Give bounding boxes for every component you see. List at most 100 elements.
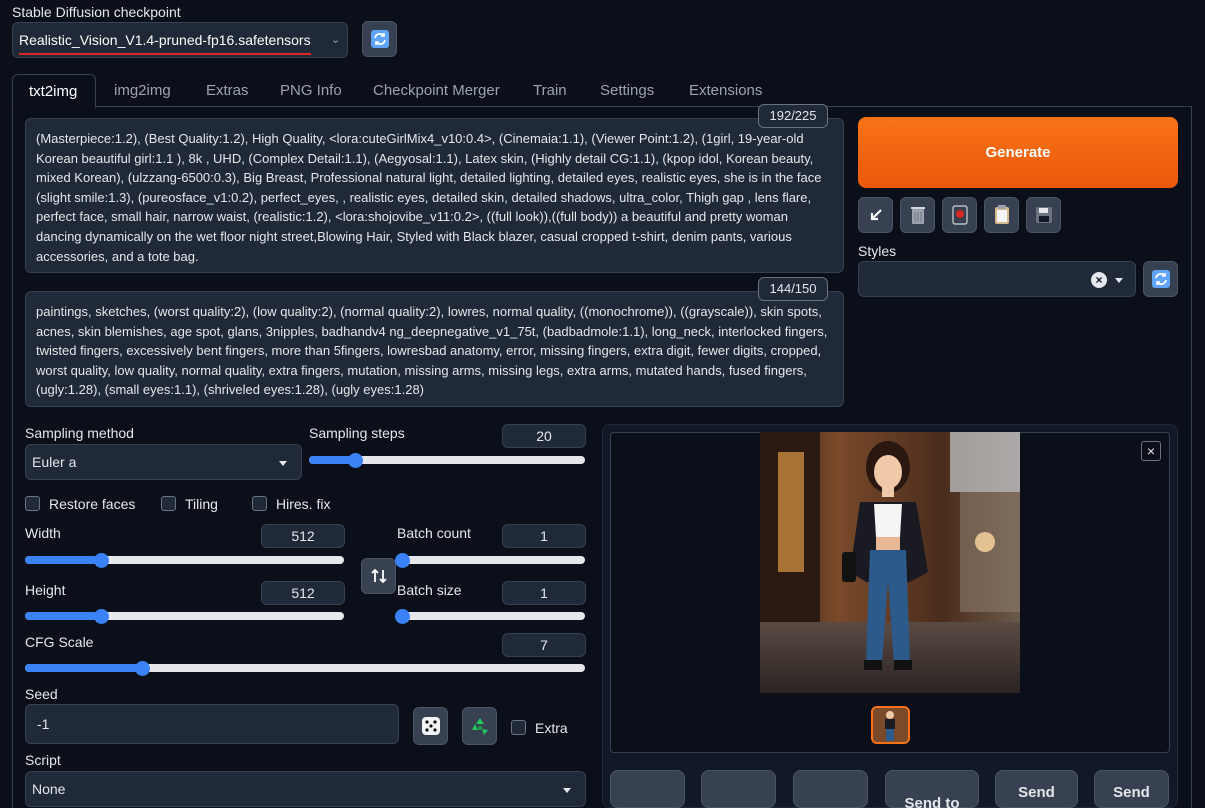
send-to-inpaint-button[interactable]: Send bbox=[1094, 770, 1169, 808]
tabs-divider bbox=[12, 106, 1192, 107]
seed-label: Seed bbox=[25, 686, 58, 702]
chevron-down-icon bbox=[563, 788, 571, 793]
slider-fill bbox=[25, 612, 102, 620]
seed-input[interactable]: -1 bbox=[25, 704, 399, 744]
sampling-steps-slider[interactable] bbox=[309, 452, 585, 468]
batch-count-slider[interactable] bbox=[395, 552, 585, 568]
restore-faces-checkbox[interactable] bbox=[25, 496, 40, 511]
tab-txt2img[interactable]: txt2img bbox=[12, 74, 96, 108]
read-params-button[interactable] bbox=[858, 197, 893, 233]
spellcheck-underline bbox=[19, 53, 311, 55]
sampling-steps-input[interactable]: 20 bbox=[502, 424, 586, 448]
batch-size-input[interactable]: 1 bbox=[502, 581, 586, 605]
send-to-button[interactable]: Send to bbox=[885, 770, 979, 808]
generate-button[interactable]: Generate bbox=[858, 117, 1178, 188]
width-label: Width bbox=[25, 525, 61, 541]
slider-thumb[interactable] bbox=[348, 452, 364, 468]
sampling-method-value: Euler a bbox=[32, 454, 77, 470]
tab-img2img[interactable]: img2img bbox=[114, 82, 171, 99]
clear-icon[interactable]: × bbox=[1091, 272, 1107, 288]
refresh-icon bbox=[1151, 270, 1170, 288]
tab-label: txt2img bbox=[29, 83, 78, 100]
hires-fix-label: Hires. fix bbox=[276, 496, 331, 512]
checkpoint-select[interactable]: Realistic_Vision_V1.4-pruned-fp16.safete… bbox=[12, 22, 348, 58]
clipboard-icon bbox=[994, 205, 1009, 224]
slider-fill bbox=[25, 664, 143, 672]
seed-value: -1 bbox=[37, 716, 50, 732]
tiling-label: Tiling bbox=[185, 496, 218, 512]
zip-button[interactable] bbox=[793, 770, 868, 808]
save-button[interactable] bbox=[701, 770, 776, 808]
thumbnail-image bbox=[873, 708, 908, 742]
extra-seed-label: Extra bbox=[535, 720, 568, 736]
negative-token-counter: 144/150 bbox=[758, 277, 828, 301]
dice-icon bbox=[421, 717, 440, 735]
tab-panel-border-left bbox=[12, 106, 13, 808]
extra-seed-checkbox[interactable] bbox=[511, 720, 526, 735]
tab-checkpoint-merger[interactable]: Checkpoint Merger bbox=[373, 82, 500, 99]
restore-faces-label: Restore faces bbox=[49, 496, 136, 512]
extra-networks-button[interactable] bbox=[942, 197, 977, 233]
card-icon bbox=[951, 205, 968, 225]
batch-size-label: Batch size bbox=[397, 582, 462, 598]
chevron-down-icon bbox=[279, 461, 287, 466]
slider-fill bbox=[25, 556, 102, 564]
close-icon[interactable]: × bbox=[1141, 441, 1161, 461]
sampling-steps-label: Sampling steps bbox=[309, 425, 405, 441]
tab-extensions[interactable]: Extensions bbox=[689, 82, 762, 99]
slider-thumb[interactable] bbox=[94, 552, 110, 568]
cfg-scale-input[interactable]: 7 bbox=[502, 633, 586, 657]
clear-prompt-button[interactable] bbox=[900, 197, 935, 233]
recycle-icon bbox=[471, 718, 488, 735]
cfg-scale-slider[interactable] bbox=[25, 660, 585, 676]
sampling-method-select[interactable]: Euler a bbox=[25, 444, 302, 480]
generated-image[interactable] bbox=[760, 432, 1020, 693]
script-value: None bbox=[32, 781, 66, 797]
batch-count-label: Batch count bbox=[397, 525, 471, 541]
apply-style-button[interactable] bbox=[984, 197, 1019, 233]
height-slider[interactable] bbox=[25, 608, 344, 624]
chevron-down-icon: ⌄ bbox=[331, 34, 341, 46]
reuse-seed-button[interactable] bbox=[462, 707, 497, 745]
slider-thumb[interactable] bbox=[94, 608, 110, 624]
refresh-icon bbox=[370, 30, 389, 48]
random-seed-button[interactable] bbox=[413, 707, 448, 745]
batch-size-slider[interactable] bbox=[395, 608, 585, 624]
tiling-checkbox[interactable] bbox=[161, 496, 176, 511]
refresh-styles-button[interactable] bbox=[1143, 261, 1178, 297]
open-folder-button[interactable] bbox=[610, 770, 685, 808]
script-select[interactable]: None bbox=[25, 771, 586, 807]
tab-extras[interactable]: Extras bbox=[206, 82, 249, 99]
swap-arrows-icon bbox=[370, 568, 387, 584]
styles-select[interactable]: × bbox=[858, 261, 1136, 297]
width-input[interactable]: 512 bbox=[261, 524, 345, 548]
slider-thumb[interactable] bbox=[395, 608, 410, 624]
send-to-img2img-button[interactable]: Send bbox=[995, 770, 1078, 808]
prompt-textarea[interactable]: (Masterpiece:1.2), (Best Quality:1.2), H… bbox=[25, 118, 844, 273]
width-slider[interactable] bbox=[25, 552, 344, 568]
negative-prompt-textarea[interactable]: paintings, sketches, (worst quality:2), … bbox=[25, 291, 844, 407]
batch-count-input[interactable]: 1 bbox=[502, 524, 586, 548]
sampling-method-label: Sampling method bbox=[25, 425, 134, 441]
refresh-checkpoint-button[interactable] bbox=[362, 21, 397, 57]
script-label: Script bbox=[25, 752, 61, 768]
hires-fix-checkbox[interactable] bbox=[252, 496, 267, 511]
tab-train[interactable]: Train bbox=[533, 82, 567, 99]
arrow-down-left-icon bbox=[870, 209, 882, 221]
tab-png-info[interactable]: PNG Info bbox=[280, 82, 342, 99]
cfg-scale-label: CFG Scale bbox=[25, 634, 94, 650]
tab-settings[interactable]: Settings bbox=[600, 82, 654, 99]
checkpoint-value: Realistic_Vision_V1.4-pruned-fp16.safete… bbox=[19, 32, 311, 48]
height-label: Height bbox=[25, 582, 66, 598]
save-style-button[interactable] bbox=[1026, 197, 1061, 233]
swap-dimensions-button[interactable] bbox=[361, 558, 396, 594]
tab-panel-border-right bbox=[1191, 106, 1192, 808]
slider-thumb[interactable] bbox=[135, 660, 151, 676]
floppy-disk-icon bbox=[1035, 207, 1052, 223]
slider-thumb[interactable] bbox=[395, 552, 410, 568]
gallery-thumbnail[interactable] bbox=[871, 706, 910, 744]
checkpoint-label: Stable Diffusion checkpoint bbox=[12, 4, 181, 20]
trash-icon bbox=[910, 207, 925, 224]
height-input[interactable]: 512 bbox=[261, 581, 345, 605]
chevron-down-icon bbox=[1115, 278, 1123, 283]
